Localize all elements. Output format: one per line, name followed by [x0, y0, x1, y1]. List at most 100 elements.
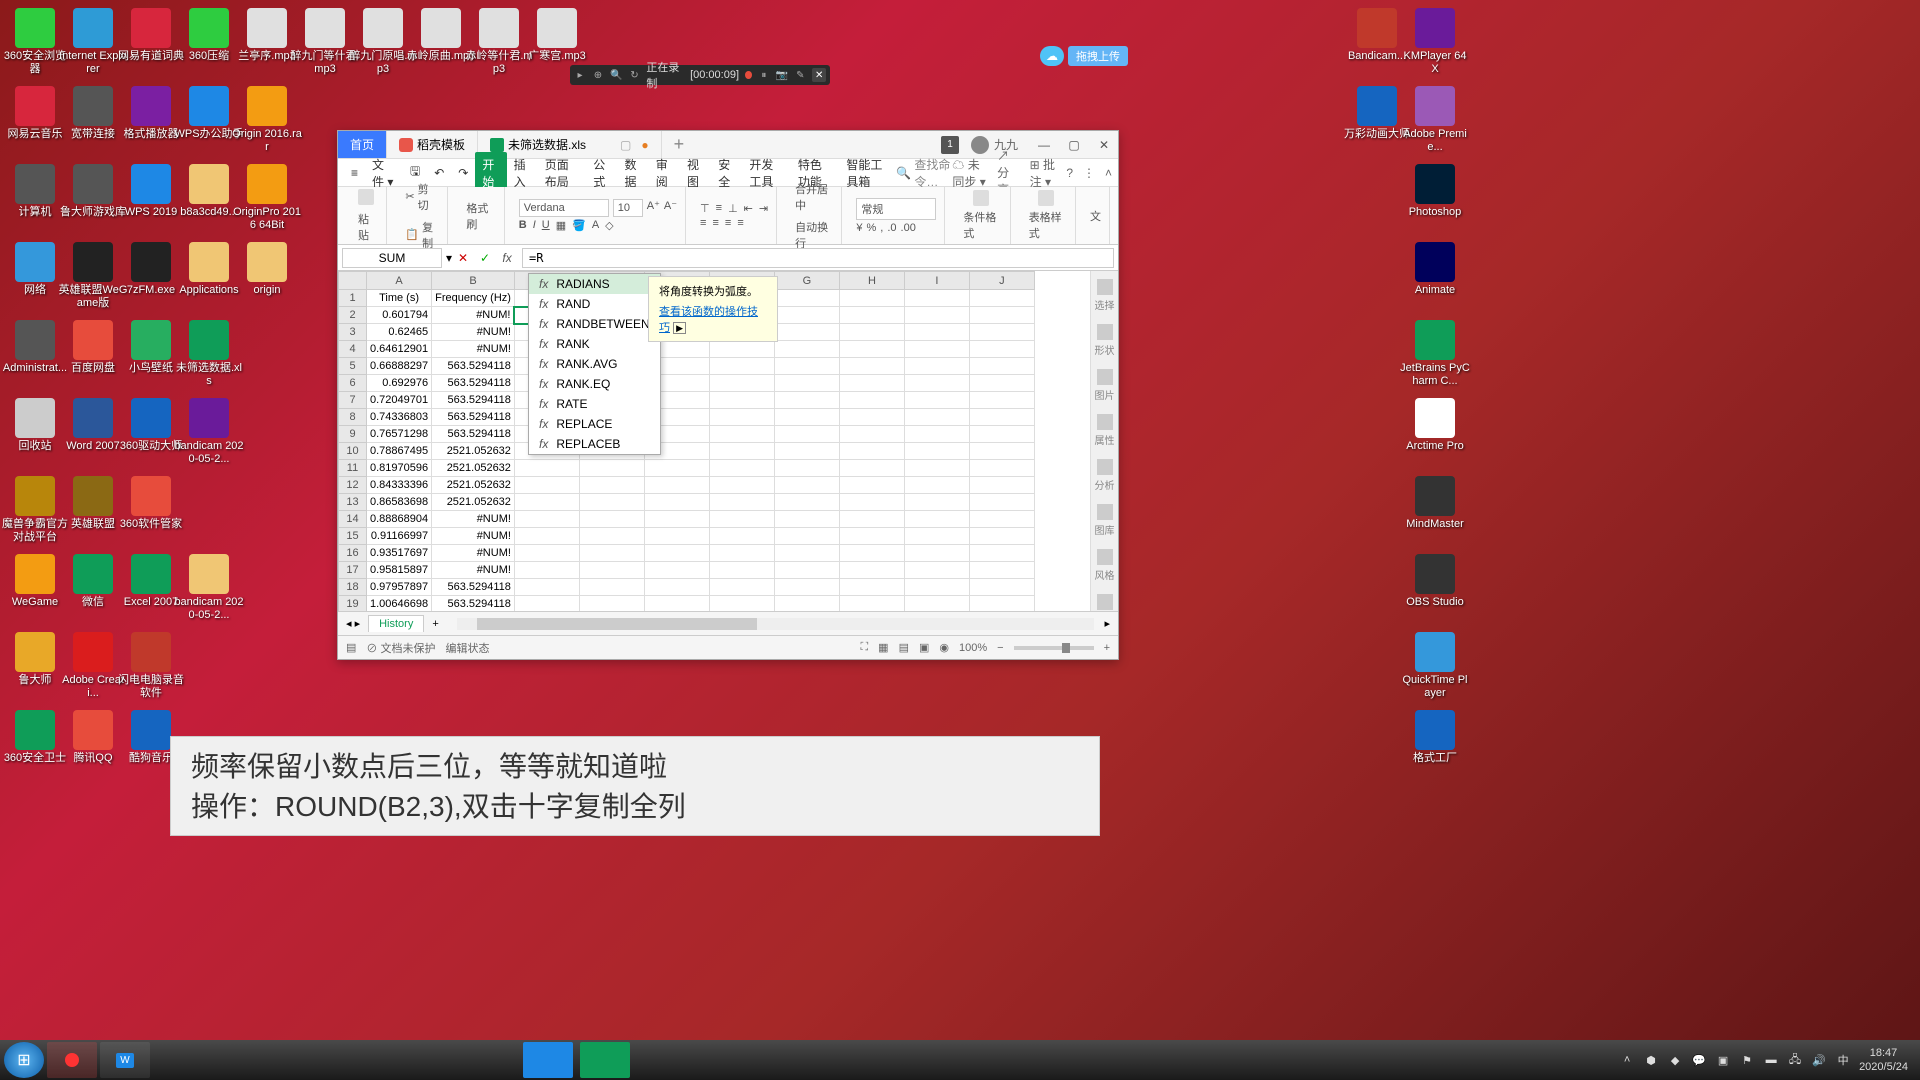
func-item[interactable]: fxREPLACEB	[529, 434, 660, 454]
desktop-icon[interactable]: KMPlayer 64X	[1400, 8, 1470, 76]
side-panel-item[interactable]: 图库	[1095, 504, 1115, 537]
side-panel-item[interactable]: 分析	[1095, 459, 1115, 492]
tray-lang-icon[interactable]: 中	[1835, 1052, 1851, 1068]
start-button[interactable]: ⊞	[4, 1042, 44, 1078]
text-tool[interactable]: 文	[1090, 208, 1101, 224]
rec-pause-icon[interactable]: ⏸	[758, 68, 770, 82]
scroll-right-icon[interactable]: ▸	[1104, 617, 1110, 630]
name-box[interactable]: SUM	[342, 248, 442, 268]
task-recorder[interactable]	[47, 1042, 97, 1078]
func-item[interactable]: fxRANDBETWEEN	[529, 314, 660, 334]
highlight-button[interactable]: ◇	[605, 219, 613, 232]
desktop-icon[interactable]: Origin 2016.rar	[232, 86, 302, 154]
fill-color-button[interactable]: 🪣	[572, 219, 586, 232]
align-bottom-icon[interactable]: ⊥	[728, 202, 738, 215]
accept-formula-button[interactable]: ✓	[474, 251, 496, 265]
align-right-icon[interactable]: ≡	[725, 217, 731, 229]
row-header[interactable]: 11	[339, 460, 367, 477]
row-header[interactable]: 13	[339, 494, 367, 511]
view-page-icon[interactable]: ▤	[899, 641, 909, 654]
zoom-in-button[interactable]: +	[1104, 642, 1110, 654]
row-header[interactable]: 15	[339, 528, 367, 545]
align-center-icon[interactable]: ≡	[712, 217, 718, 229]
comma-icon[interactable]: ,	[880, 222, 883, 234]
percent-icon[interactable]: %	[867, 222, 877, 234]
desktop-icon[interactable]: OriginPro 2016 64Bit	[232, 164, 302, 232]
fontsize-select[interactable]: 10	[613, 199, 643, 217]
tray-chat-icon[interactable]: 💬	[1691, 1052, 1707, 1068]
task-wps[interactable]: W	[100, 1042, 150, 1078]
tray-flag-icon[interactable]: ⚑	[1739, 1052, 1755, 1068]
col-header[interactable]: A	[367, 272, 432, 290]
row-header[interactable]: 1	[339, 290, 367, 307]
paste-button[interactable]	[354, 187, 378, 207]
collapse-ribbon-icon[interactable]: ˄	[1105, 166, 1112, 180]
zoom-slider[interactable]	[1014, 646, 1094, 650]
desktop-icon[interactable]: 格式工厂	[1400, 710, 1470, 765]
row-header[interactable]: 3	[339, 324, 367, 341]
font-decrease-icon[interactable]: A⁻	[664, 199, 677, 217]
sync-status[interactable]: ☁ 未同步 ▾	[952, 156, 987, 190]
row-header[interactable]: 7	[339, 392, 367, 409]
desktop-icon[interactable]: OBS Studio	[1400, 554, 1470, 609]
side-panel-item[interactable]: 设置	[1095, 594, 1115, 611]
indent-dec-icon[interactable]: ⇤	[744, 202, 753, 215]
col-header[interactable]: I	[904, 272, 969, 290]
tray-app-icon[interactable]: ◆	[1667, 1052, 1683, 1068]
redo-icon[interactable]: ↷	[451, 162, 475, 184]
row-header[interactable]: 9	[339, 426, 367, 443]
rec-camera-icon[interactable]: 📷	[776, 68, 788, 82]
play-icon[interactable]: ▶	[673, 322, 686, 334]
format-painter[interactable]: 格式刷	[462, 198, 495, 234]
table-style-button[interactable]: 表格样式	[1025, 188, 1067, 243]
tray-net-icon[interactable]: 🖧	[1787, 1052, 1803, 1068]
desktop-icon[interactable]: QuickTime Player	[1400, 632, 1470, 700]
rec-refresh-icon[interactable]: ↻	[628, 68, 640, 82]
rec-target-icon[interactable]: ⊕	[592, 68, 604, 82]
desktop-icon[interactable]: Arctime Pro	[1400, 398, 1470, 453]
row-header[interactable]: 2	[339, 307, 367, 324]
rec-close-button[interactable]: ✕	[812, 68, 826, 82]
cut-button[interactable]: ✂ 剪切	[401, 179, 439, 215]
help-icon[interactable]: ?	[1066, 166, 1073, 180]
align-justify-icon[interactable]: ≡	[737, 217, 743, 229]
bold-button[interactable]: B	[519, 219, 527, 232]
row-header[interactable]: 8	[339, 409, 367, 426]
col-header[interactable]: H	[839, 272, 904, 290]
desktop-icon[interactable]: bandicam 2020-05-2...	[174, 398, 244, 466]
desktop-icon[interactable]: MindMaster	[1400, 476, 1470, 531]
row-header[interactable]: 6	[339, 375, 367, 392]
side-panel-item[interactable]: 属性	[1095, 414, 1115, 447]
func-item[interactable]: fxRATE	[529, 394, 660, 414]
italic-button[interactable]: I	[533, 219, 536, 232]
dec-inc-icon[interactable]: .0	[887, 222, 896, 234]
side-panel-item[interactable]: 形状	[1095, 324, 1115, 357]
desktop-icon[interactable]: 广寒宫.mp3	[522, 8, 592, 63]
row-header[interactable]: 19	[339, 596, 367, 612]
clock[interactable]: 18:47 2020/5/24	[1859, 1046, 1908, 1074]
underline-button[interactable]: U	[542, 219, 550, 232]
font-color-button[interactable]: A	[592, 219, 599, 232]
tray-disk-icon[interactable]: ▣	[1715, 1052, 1731, 1068]
row-header[interactable]: 4	[339, 341, 367, 358]
func-item[interactable]: fxRANK.EQ	[529, 374, 660, 394]
desktop-icon[interactable]: bandicam 2020-05-2...	[174, 554, 244, 622]
align-left-icon[interactable]: ≡	[700, 217, 706, 229]
cond-format-button[interactable]: 条件格式	[959, 188, 1001, 243]
view-eye-icon[interactable]: ◉	[939, 641, 949, 654]
desktop-icon[interactable]: 闪电电脑录音软件	[116, 632, 186, 700]
desktop-icon[interactable]: 360软件管家	[116, 476, 186, 531]
row-header[interactable]: 14	[339, 511, 367, 528]
number-format-select[interactable]: 常规	[856, 198, 936, 220]
col-header[interactable]: B	[432, 272, 515, 290]
func-item[interactable]: fxRADIANS	[529, 274, 660, 294]
merge-button[interactable]: 合并居中	[791, 179, 833, 215]
currency-icon[interactable]: ¥	[856, 222, 862, 234]
rec-collapse-icon[interactable]: ▸	[574, 68, 586, 82]
font-increase-icon[interactable]: A⁺	[647, 199, 660, 217]
fx-icon[interactable]: fx	[496, 251, 518, 265]
col-header[interactable]: G	[774, 272, 839, 290]
task-app1[interactable]	[523, 1042, 573, 1078]
more-icon[interactable]: ⋮	[1083, 166, 1095, 180]
align-top-icon[interactable]: ⊤	[700, 202, 710, 215]
